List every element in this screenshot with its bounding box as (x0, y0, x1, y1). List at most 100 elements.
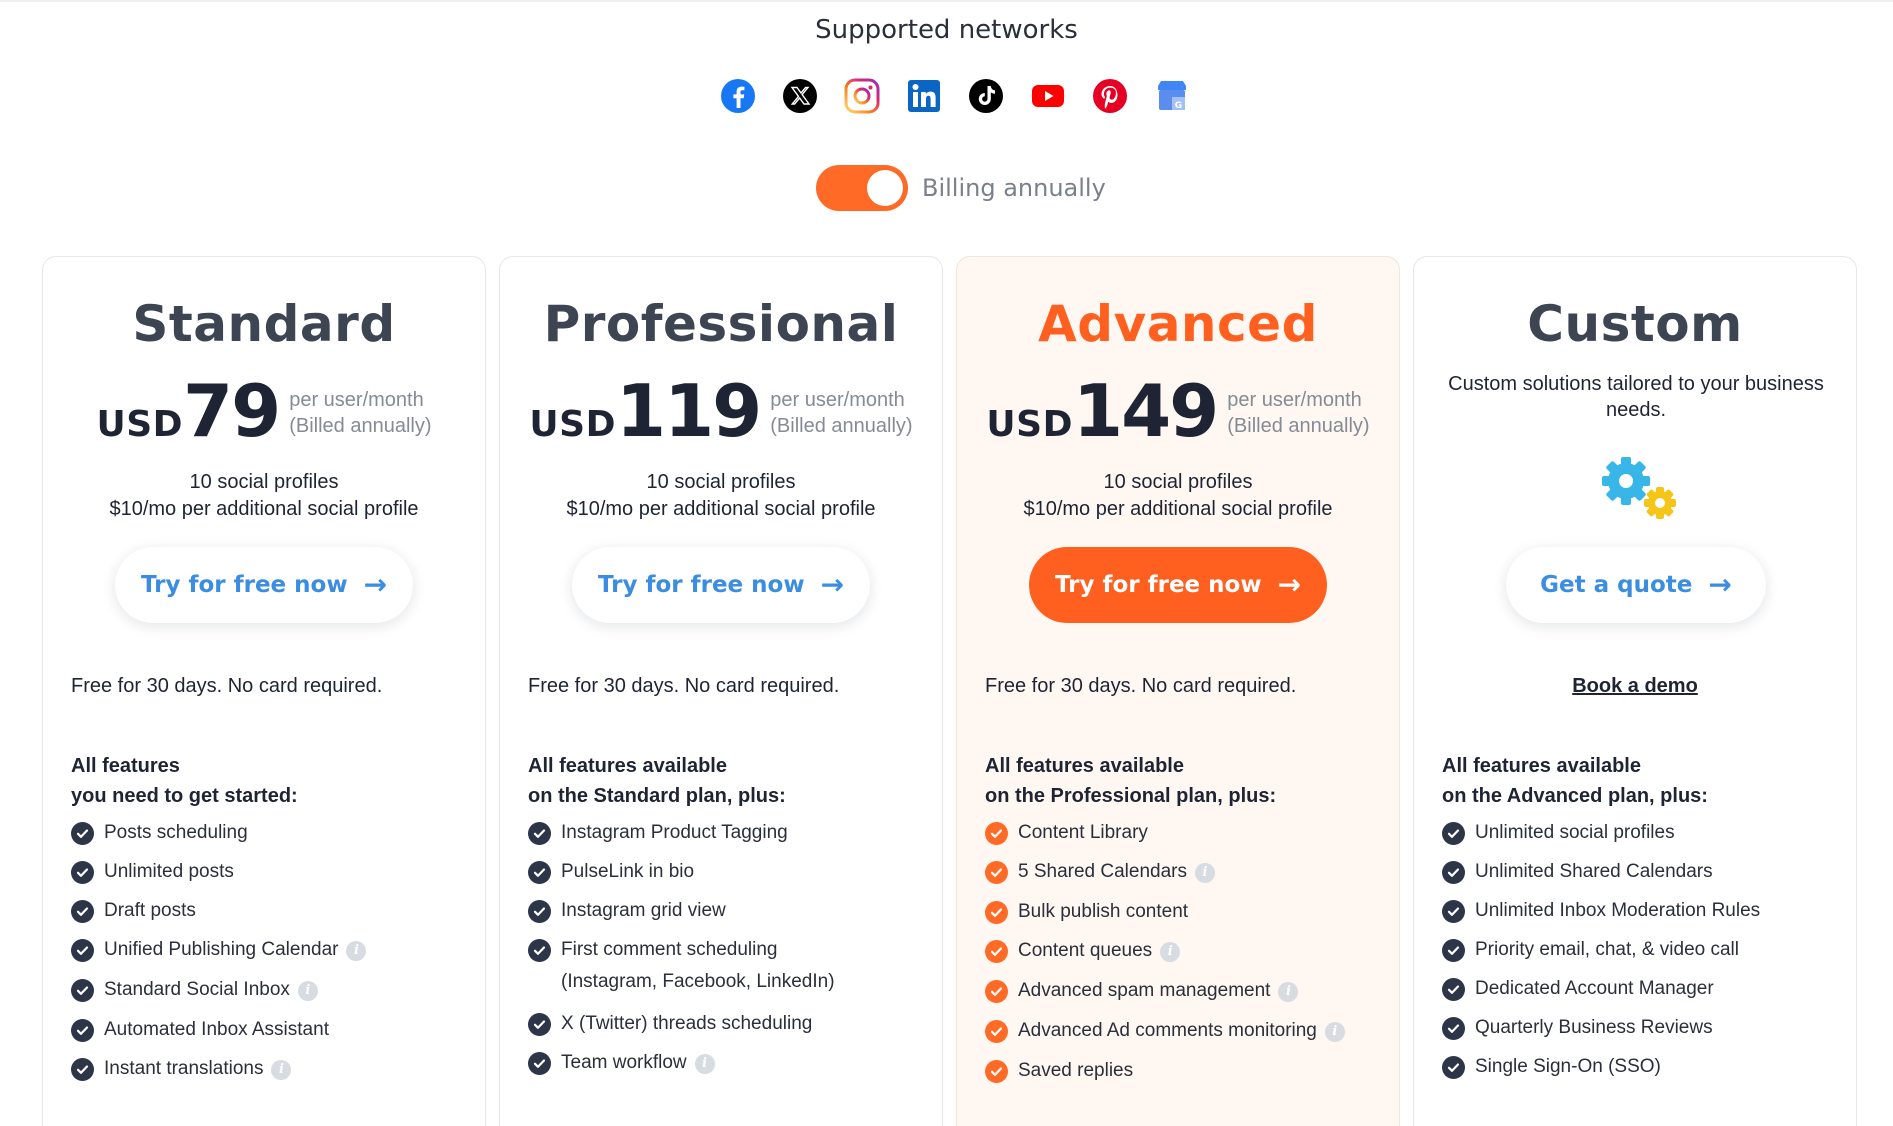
check-circle-icon (1442, 900, 1465, 923)
svg-text:G: G (1175, 101, 1182, 111)
cta-label: Try for free now (140, 572, 348, 598)
arrow-right-icon: → (1708, 568, 1732, 601)
info-icon[interactable]: i (271, 1060, 292, 1080)
feature-label: First comment scheduling (561, 939, 778, 960)
info-icon[interactable]: i (1278, 982, 1299, 1002)
book-demo-link[interactable]: Book a demo (1414, 675, 1856, 698)
info-icon[interactable]: i (346, 941, 367, 961)
plan-card-advanced: Advanced USD 149 per user/month (Billed … (956, 256, 1400, 1126)
check-circle-icon (528, 1052, 551, 1075)
feature-label: Unified Publishing Calendar (104, 939, 339, 960)
feature-item: 5 Shared Calendars i (985, 859, 1385, 885)
feature-text: Quarterly Business Reviews (1475, 1015, 1713, 1041)
arrow-right-icon: → (1277, 568, 1302, 601)
feature-item: Advanced Ad comments monitoring i (985, 1018, 1385, 1044)
feature-item: Draft posts (71, 898, 471, 924)
get-quote-button[interactable]: Get a quote → (1506, 547, 1766, 623)
features-heading: All features available on the Advanced p… (1442, 751, 1708, 811)
feature-item: Automated Inbox Assistant (71, 1017, 471, 1043)
billing-toggle[interactable] (816, 165, 908, 211)
feature-item: Standard Social Inbox i (71, 977, 471, 1003)
feature-text: Saved replies (1018, 1058, 1133, 1084)
check-circle-icon (528, 939, 551, 962)
feature-label: Bulk publish content (1018, 901, 1189, 922)
check-circle-icon (71, 1019, 94, 1042)
features-heading: All features available on the Profession… (985, 751, 1276, 811)
feature-item: Unlimited Inbox Moderation Rules (1442, 898, 1842, 924)
arrow-right-icon: → (820, 568, 845, 601)
price-period: per user/month (Billed annually) (289, 387, 431, 447)
try-free-button[interactable]: Try for free now → (572, 547, 870, 623)
feature-label: Team workflow (561, 1052, 687, 1073)
feature-label: Advanced Ad comments monitoring (1018, 1020, 1317, 1041)
price: USD 79 (96, 375, 281, 447)
try-free-button[interactable]: Try for free now → (115, 547, 413, 623)
features-heading-line2: on the Advanced plan, plus: (1442, 785, 1708, 807)
check-circle-icon (1442, 861, 1465, 884)
feature-label: Instagram Product Tagging (561, 822, 788, 843)
feature-label: Standard Social Inbox (104, 979, 290, 1000)
info-icon[interactable]: i (297, 981, 318, 1001)
check-circle-icon (985, 861, 1008, 884)
feature-item: PulseLink in bio (528, 859, 928, 885)
profiles-count: 10 social profiles (646, 471, 796, 493)
toggle-knob (867, 170, 903, 206)
profiles-extra-price: $10/mo per additional social profile (1023, 498, 1333, 520)
info-icon[interactable]: i (1160, 942, 1181, 962)
pinterest-icon (1091, 77, 1129, 115)
feature-label: Automated Inbox Assistant (104, 1019, 329, 1040)
feature-item: Unlimited posts (71, 859, 471, 885)
feature-text: Content Library (1018, 820, 1148, 846)
feature-item: Unlimited social profiles (1442, 820, 1842, 846)
feature-item: Priority email, chat, & video call (1442, 937, 1842, 963)
top-divider (0, 0, 1893, 2)
feature-label: Unlimited Shared Calendars (1475, 861, 1713, 882)
profiles-info: 10 social profiles $10/mo per additional… (500, 469, 942, 523)
feature-item: Single Sign-On (SSO) (1442, 1054, 1842, 1080)
feature-label: Quarterly Business Reviews (1475, 1017, 1713, 1038)
plan-card-custom: Custom Custom solutions tailored to your… (1413, 256, 1857, 1126)
feature-text: Dedicated Account Manager (1475, 976, 1714, 1002)
feature-label: Draft posts (104, 900, 196, 921)
price: USD 149 (986, 369, 1219, 453)
check-circle-icon (985, 901, 1008, 924)
price-row: USD 149 per user/month (Billed annually) (957, 375, 1399, 447)
feature-label: Priority email, chat, & video call (1475, 939, 1739, 960)
info-icon[interactable]: i (1195, 863, 1215, 883)
feature-label: X (Twitter) threads scheduling (561, 1013, 813, 1034)
cta-label: Get a quote (1540, 572, 1693, 598)
check-circle-icon (1442, 939, 1465, 962)
feature-text: Automated Inbox Assistant (104, 1017, 329, 1043)
feature-item: Quarterly Business Reviews (1442, 1015, 1842, 1041)
info-icon[interactable]: i (1324, 1022, 1345, 1042)
feature-text: Team workflow (561, 1050, 687, 1076)
feature-label: Instant translations (104, 1058, 264, 1079)
info-icon[interactable]: i (694, 1054, 715, 1074)
features-heading-line1: All features (71, 755, 180, 777)
check-circle-icon (71, 979, 94, 1002)
billing-note: (Billed annually) (1227, 415, 1370, 437)
profiles-count: 10 social profiles (189, 471, 339, 493)
features-heading: All features available on the Standard p… (528, 751, 786, 811)
period-line: per user/month (770, 389, 905, 411)
profiles-count: 10 social profiles (1103, 471, 1253, 493)
plan-name: Professional (543, 295, 899, 353)
feature-item: Instant translations i (71, 1056, 471, 1082)
check-circle-icon (985, 940, 1008, 963)
profiles-info: 10 social profiles $10/mo per additional… (957, 469, 1399, 523)
check-circle-icon (985, 980, 1008, 1003)
instagram-icon (843, 77, 881, 115)
free-trial-note: Free for 30 days. No card required. (985, 675, 1297, 697)
currency: USD (96, 404, 184, 445)
feature-text: Draft posts (104, 898, 196, 924)
check-circle-icon (71, 822, 94, 845)
check-circle-icon (1442, 1056, 1465, 1079)
price-row: USD 79 per user/month (Billed annually) (43, 375, 485, 447)
profiles-extra-price: $10/mo per additional social profile (109, 498, 419, 520)
price-amount: 149 (1072, 369, 1219, 453)
try-free-button[interactable]: Try for free now → (1029, 547, 1327, 623)
check-circle-icon (1442, 822, 1465, 845)
feature-text: 5 Shared Calendars (1018, 859, 1187, 885)
cta-label: Try for free now (1054, 572, 1262, 598)
feature-text: First comment scheduling (Instagram, Face… (561, 934, 835, 998)
